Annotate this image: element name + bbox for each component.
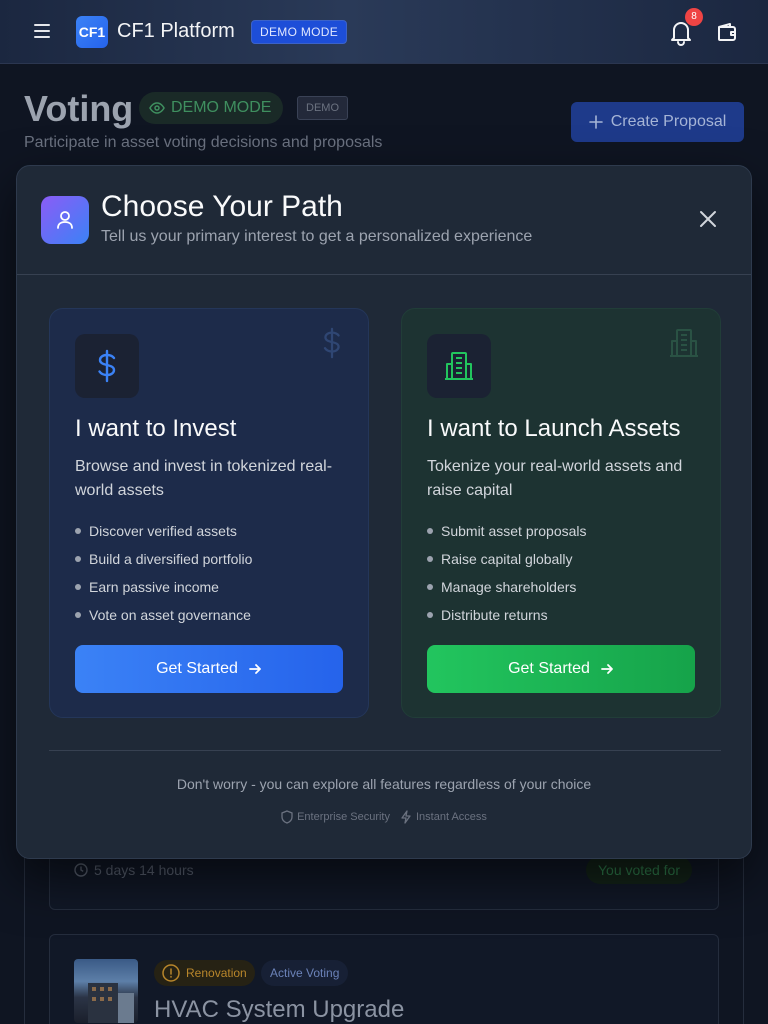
demo-mode-chip: DEMO MODE xyxy=(139,92,284,124)
demo-chip-label: DEMO MODE xyxy=(171,99,272,116)
modal-subtitle: Tell us your primary interest to get a p… xyxy=(101,228,533,245)
warning-icon xyxy=(162,964,180,982)
dollar-icon xyxy=(75,334,139,398)
page-title: Voting xyxy=(24,88,134,129)
footer-note: Don't worry - you can explore all featur… xyxy=(176,776,592,792)
get-started-label: Get Started xyxy=(156,660,238,677)
demo-mode-badge: DEMO MODE xyxy=(251,20,348,44)
feature-item: Discover verified assets xyxy=(75,517,252,545)
arrow-right-icon xyxy=(249,664,261,674)
feature-item: Distribute returns xyxy=(427,601,587,629)
invest-card-description: Browse and invest in tokenized real-worl… xyxy=(75,458,333,499)
voted-for-badge: You voted for xyxy=(586,856,692,884)
brand-name[interactable]: CF1 Platform xyxy=(117,20,235,43)
feature-item: Vote on asset governance xyxy=(75,601,252,629)
invest-card-title: I want to Invest xyxy=(75,415,237,442)
get-started-label: Get Started xyxy=(508,660,590,677)
notification-count-badge: 8 xyxy=(685,8,703,26)
launch-feature-list: Submit asset proposals Raise capital glo… xyxy=(427,517,587,629)
top-bar: CF1 CF1 Platform DEMO MODE 8 xyxy=(0,0,768,64)
create-proposal-button[interactable]: Create Proposal xyxy=(571,102,744,142)
logo[interactable]: CF1 xyxy=(76,16,108,48)
feature-item: Raise capital globally xyxy=(427,545,587,573)
eye-icon xyxy=(149,102,165,114)
wallet-icon[interactable] xyxy=(716,21,738,43)
status-badge: Active Voting xyxy=(261,960,349,986)
choose-path-modal: Choose Your Path Tell us your primary in… xyxy=(16,165,752,859)
category-label: Renovation xyxy=(186,966,247,980)
modal-divider xyxy=(17,274,751,275)
user-icon xyxy=(41,196,89,244)
category-badge: Renovation xyxy=(154,960,255,986)
time-remaining-label: 5 days 14 hours xyxy=(94,862,194,878)
feature-item: Manage shareholders xyxy=(427,573,587,601)
footer-divider xyxy=(49,750,721,751)
feature-item: Build a diversified portfolio xyxy=(75,545,252,573)
instant-access-badge: Instant Access xyxy=(400,810,487,824)
invest-feature-list: Discover verified assets Build a diversi… xyxy=(75,517,252,629)
create-proposal-label: Create Proposal xyxy=(610,113,727,130)
proposal-title[interactable]: HVAC System Upgrade xyxy=(154,996,404,1024)
page-subtitle: Participate in asset voting decisions an… xyxy=(24,134,383,151)
invest-get-started-button[interactable]: Get Started xyxy=(75,645,343,693)
building-icon xyxy=(427,334,491,398)
shield-icon xyxy=(281,810,293,824)
feature-item: Submit asset proposals xyxy=(427,517,587,545)
arrow-right-icon xyxy=(601,664,613,674)
close-icon[interactable] xyxy=(699,210,717,228)
building-watermark-icon xyxy=(670,329,698,357)
menu-icon[interactable] xyxy=(34,24,50,38)
property-thumbnail xyxy=(74,959,138,1023)
dollar-watermark-icon xyxy=(323,327,340,359)
lightning-icon xyxy=(401,810,411,824)
launch-card-description: Tokenize your real-world assets and rais… xyxy=(427,458,683,499)
invest-path-card[interactable]: I want to Invest Browse and invest in to… xyxy=(49,308,369,718)
footer-badges: Enterprise Security Instant Access xyxy=(17,810,751,824)
plus-icon xyxy=(588,115,603,129)
modal-title: Choose Your Path xyxy=(101,190,343,223)
launch-path-card[interactable]: I want to Launch Assets Tokenize your re… xyxy=(401,308,721,718)
launch-card-title: I want to Launch Assets xyxy=(427,415,681,442)
clock-icon xyxy=(74,863,88,877)
time-remaining: 5 days 14 hours xyxy=(74,862,194,878)
launch-get-started-button[interactable]: Get Started xyxy=(427,645,695,693)
feature-item: Earn passive income xyxy=(75,573,252,601)
enterprise-security-badge: Enterprise Security xyxy=(281,810,390,824)
demo-tag: DEMO xyxy=(297,96,348,120)
